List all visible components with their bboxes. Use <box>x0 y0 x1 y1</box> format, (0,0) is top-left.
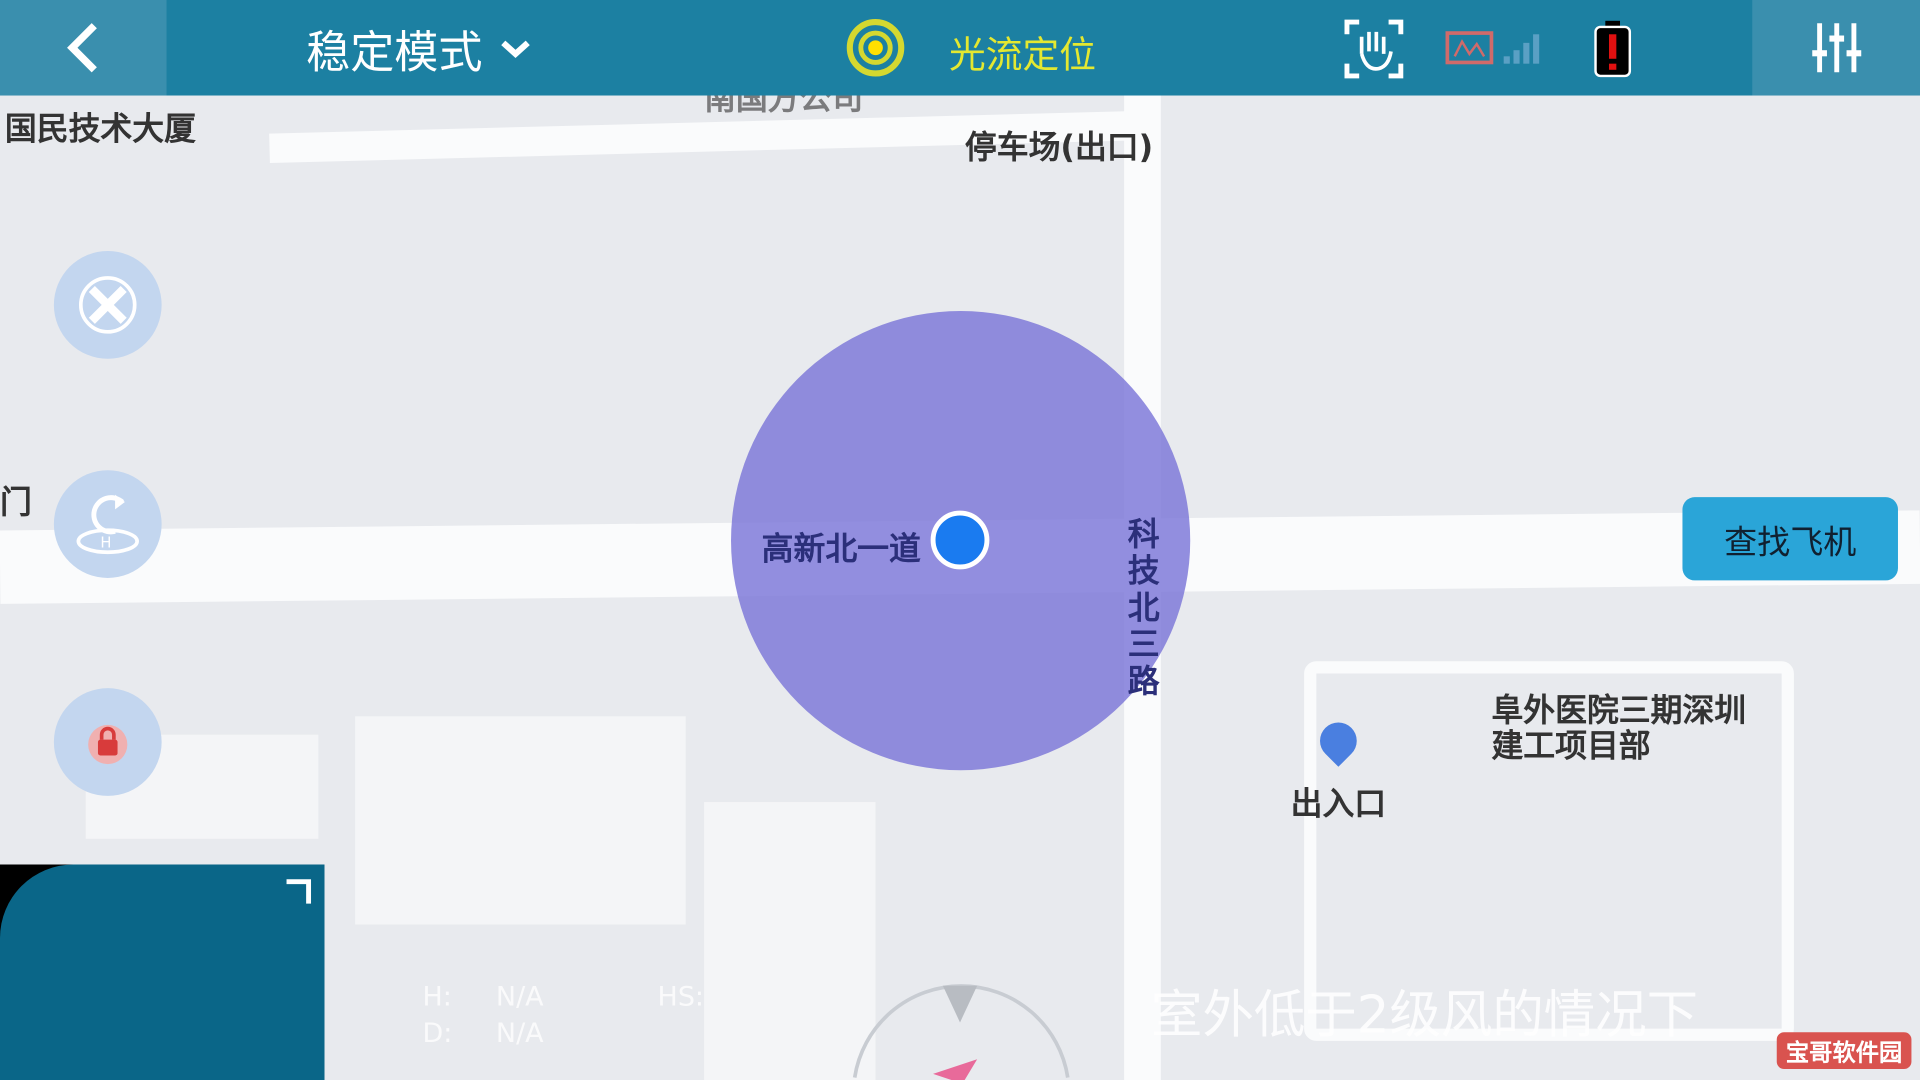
flight-mode-dropdown[interactable]: 稳定模式 <box>306 17 531 81</box>
svg-text:H: H <box>100 534 111 551</box>
telemetry-h-value: N/A <box>495 982 544 1013</box>
telemetry-hs-label: HS: <box>657 982 704 1013</box>
optical-flow-icon <box>846 18 905 77</box>
telemetry-d-label: D: <box>422 1018 453 1050</box>
expand-icon[interactable] <box>282 877 316 911</box>
image-transmission-icon <box>1445 31 1494 65</box>
map-label-site: 阜外医院三期深圳建工项目部 <box>1491 693 1747 766</box>
current-location-dot <box>930 510 990 570</box>
building-block <box>355 716 686 925</box>
telemetry-d-value: N/A <box>495 1018 544 1050</box>
lock-button[interactable] <box>53 688 162 796</box>
camera-preview[interactable] <box>0 864 325 1080</box>
watermark-logo: 宝哥软件园 <box>1776 1032 1912 1069</box>
find-aircraft-button[interactable]: 查找飞机 <box>1682 497 1898 581</box>
chevron-down-icon <box>501 40 530 58</box>
map-label-parking: 停车场(出口) <box>964 129 1154 167</box>
lock-icon <box>88 724 128 765</box>
flight-mode-label: 稳定模式 <box>306 28 483 79</box>
map-label-road-h: 高新北一道 <box>761 531 921 569</box>
attitude-compass <box>852 984 1070 1080</box>
map-label-building: 国民技术大厦 <box>4 111 196 149</box>
signal-icon <box>1503 34 1540 64</box>
map-label-partial-left: 门 <box>0 484 32 522</box>
takeoff-land-icon <box>78 276 137 334</box>
back-icon <box>67 23 97 73</box>
battery-warning-icon <box>1594 20 1632 78</box>
back-button[interactable] <box>0 0 167 96</box>
map-label-road-v: 科技北三路 <box>1127 516 1160 701</box>
settings-sliders-icon <box>1811 23 1861 73</box>
telemetry-h-label: H: <box>422 982 452 1013</box>
return-home-button[interactable]: H <box>53 470 162 578</box>
aircraft-heading-icon <box>933 1059 978 1080</box>
return-home-icon: H <box>76 494 139 555</box>
settings-button[interactable] <box>1752 0 1920 96</box>
takeoff-land-button[interactable] <box>53 251 162 359</box>
positioning-status: 光流定位 <box>948 34 1096 78</box>
map-label-entrance: 出入口 <box>1290 786 1387 823</box>
gesture-hand-icon[interactable] <box>1342 17 1406 81</box>
video-subtitle: 室外低于2级风的情况下 <box>1151 984 1699 1045</box>
